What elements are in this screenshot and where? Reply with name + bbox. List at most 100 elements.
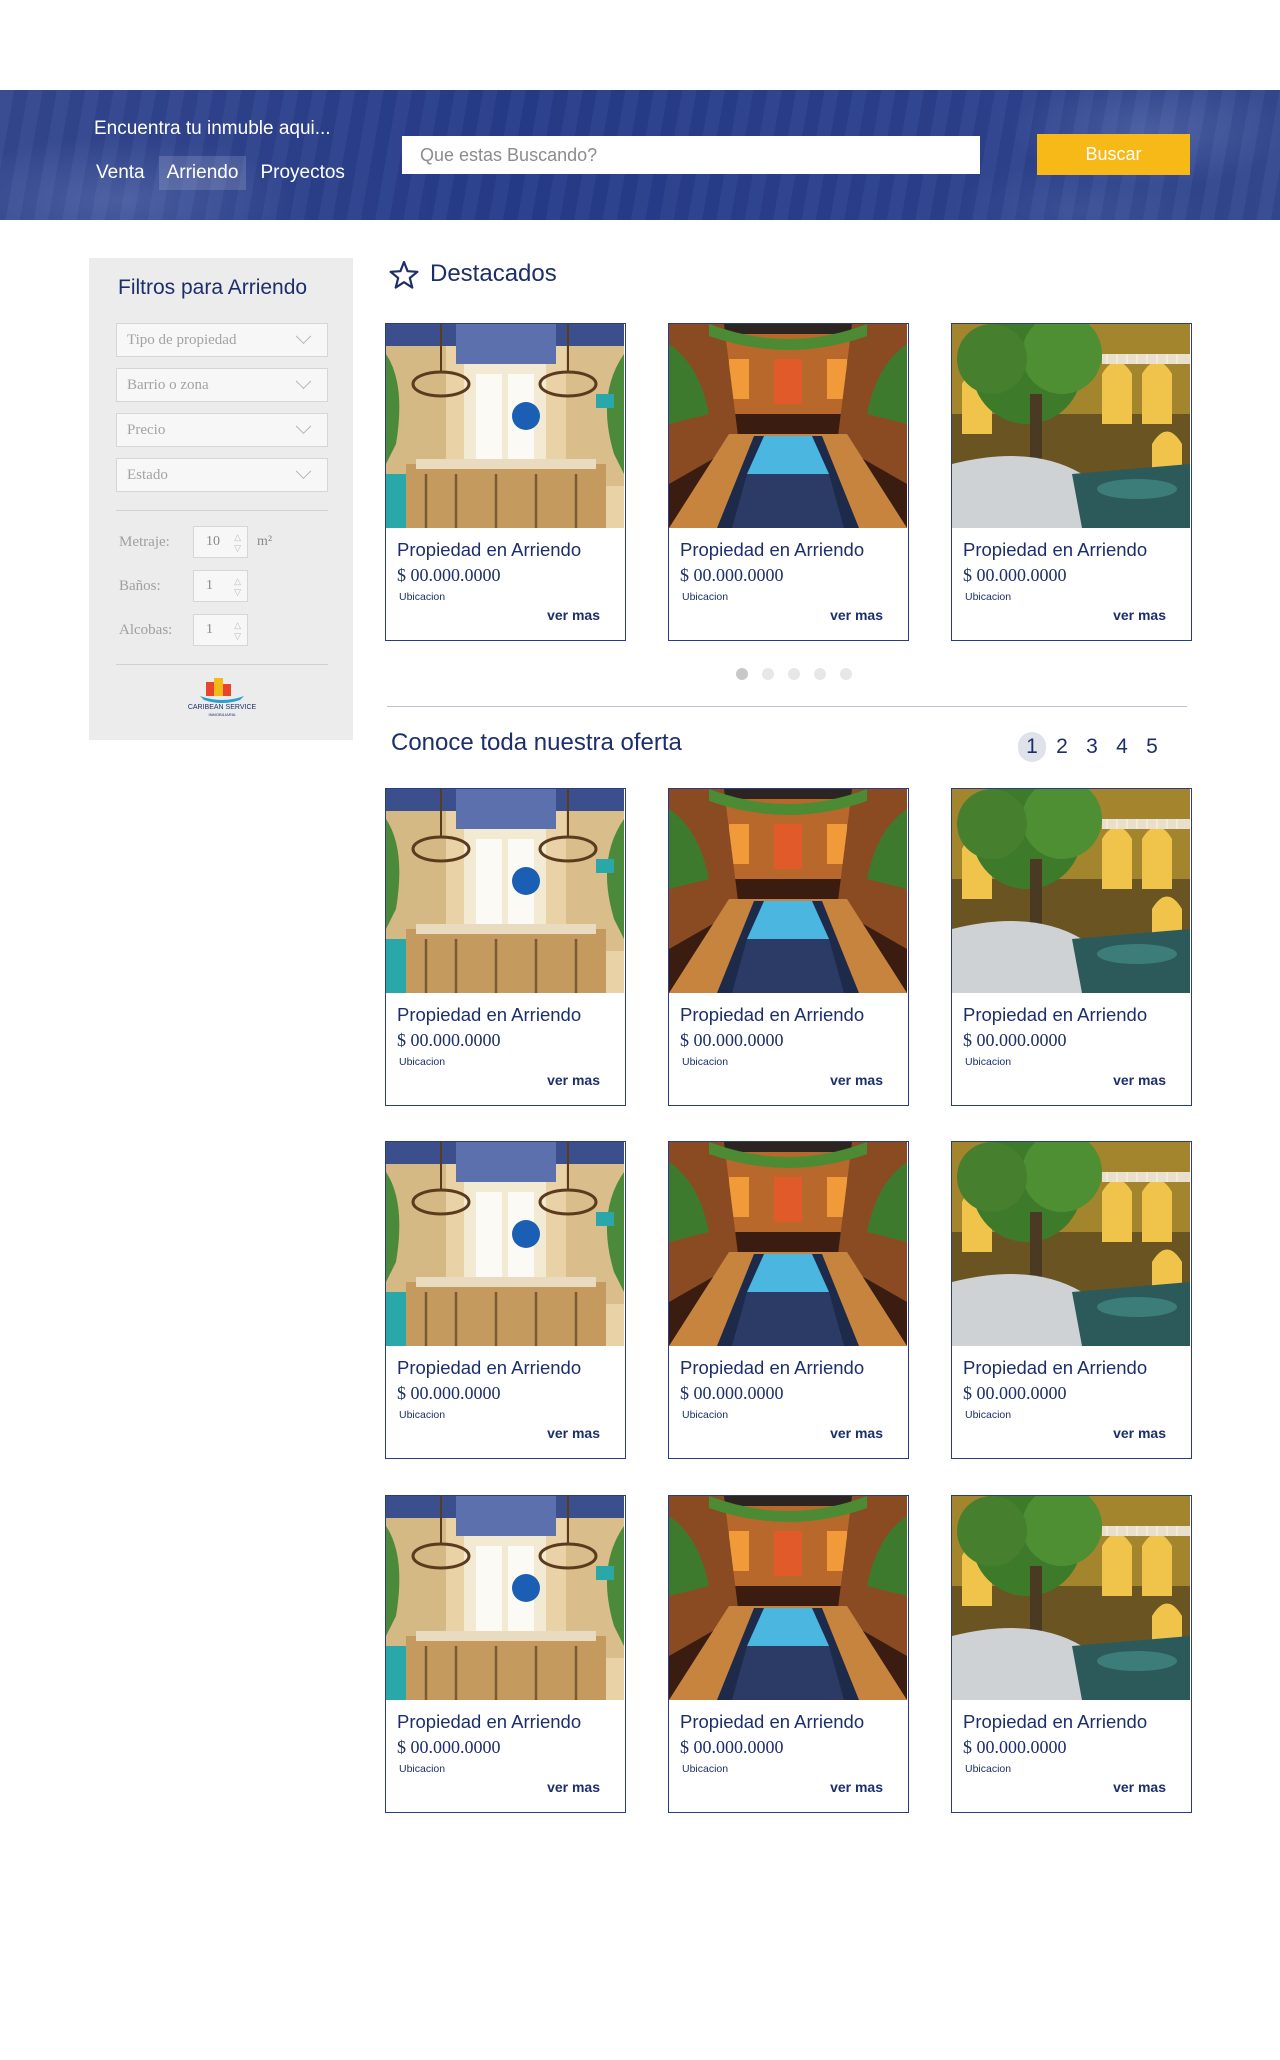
property-price: $ 00.000.0000 <box>680 565 784 585</box>
bedrooms-value: 1 <box>206 622 213 637</box>
property-title: Propiedad en Arriendo <box>680 1357 865 1378</box>
property-card[interactable]: Propiedad en Arriendo $ 00.000.0000 Ubicac… <box>385 1495 626 1813</box>
bathrooms-stepper[interactable]: 1 △ ▽ <box>193 570 248 602</box>
property-photo[interactable] <box>952 1142 1190 1346</box>
property-title: Propiedad en Arriendo <box>397 1357 582 1378</box>
property-photo[interactable] <box>386 1142 624 1346</box>
page-1[interactable]: 1 <box>1018 732 1046 762</box>
see-more-link[interactable]: ver mas <box>1113 1425 1166 1441</box>
property-photo[interactable] <box>669 324 907 528</box>
price-select[interactable]: Precio <box>116 413 328 447</box>
property-title: Propiedad en Arriendo <box>680 1711 865 1732</box>
neighborhood-select[interactable]: Barrio o zona <box>116 368 328 402</box>
property-card[interactable]: Propiedad en Arriendo $ 00.000.0000 Ubicac… <box>668 1495 909 1813</box>
chevron-down-icon <box>295 327 312 344</box>
see-more-link[interactable]: ver mas <box>547 1425 600 1441</box>
property-photo[interactable] <box>952 1496 1190 1700</box>
tab-arriendo[interactable]: Arriendo <box>158 156 247 190</box>
property-card[interactable]: Propiedad en Arriendo $ 00.000.0000 Ubicac… <box>668 788 909 1106</box>
pagination: 1 2 3 4 5 <box>1018 732 1166 762</box>
bedrooms-filter: Alcobas: 1 △ ▽ <box>119 614 248 646</box>
property-card[interactable]: Propiedad en Arriendo $ 00.000.0000 Ubicac… <box>385 788 626 1106</box>
divider <box>116 664 328 665</box>
see-more-link[interactable]: ver mas <box>830 1072 883 1088</box>
property-title: Propiedad en Arriendo <box>963 1004 1148 1025</box>
see-more-link[interactable]: ver mas <box>547 1072 600 1088</box>
property-card[interactable]: Propiedad en Arriendo $ 00.000.0000 Ubicac… <box>951 1141 1192 1459</box>
property-location: Ubicacion <box>399 1409 446 1421</box>
see-more-link[interactable]: ver mas <box>547 1779 600 1795</box>
offers-title: Conoce toda nuestra oferta <box>391 729 682 756</box>
stepper-arrows-icon[interactable]: △ ▽ <box>234 620 241 640</box>
bedrooms-label: Alcobas: <box>119 621 173 638</box>
search-input[interactable] <box>402 136 980 174</box>
property-card[interactable]: Propiedad en Arriendo $ 00.000.0000 Ubicac… <box>668 323 909 641</box>
section-divider <box>387 706 1187 707</box>
bathrooms-label: Baños: <box>119 577 161 594</box>
chevron-down-icon <box>295 462 312 479</box>
tab-venta[interactable]: Venta <box>88 156 153 190</box>
property-location: Ubicacion <box>682 1056 729 1068</box>
divider <box>116 510 328 511</box>
carousel-dot[interactable] <box>762 668 774 680</box>
bedrooms-stepper[interactable]: 1 △ ▽ <box>193 614 248 646</box>
neighborhood-label: Barrio o zona <box>127 376 209 393</box>
property-photo[interactable] <box>386 1496 624 1700</box>
property-location: Ubicacion <box>965 591 1012 603</box>
property-photo[interactable] <box>669 1142 907 1346</box>
status-select[interactable]: Estado <box>116 458 328 492</box>
property-price: $ 00.000.0000 <box>963 1030 1067 1050</box>
property-title: Propiedad en Arriendo <box>680 539 865 560</box>
property-photo[interactable] <box>952 324 1190 528</box>
stepper-arrows-icon[interactable]: △ ▽ <box>234 532 241 552</box>
see-more-link[interactable]: ver mas <box>1113 607 1166 623</box>
page-5[interactable]: 5 <box>1138 732 1166 762</box>
carousel-dot[interactable] <box>814 668 826 680</box>
see-more-link[interactable]: ver mas <box>830 1425 883 1441</box>
logo-text: CARIBEAN SERVICE <box>188 704 257 711</box>
see-more-link[interactable]: ver mas <box>547 607 600 623</box>
stepper-arrows-icon[interactable]: △ ▽ <box>234 576 241 596</box>
property-photo[interactable] <box>952 789 1190 993</box>
property-card[interactable]: Propiedad en Arriendo $ 00.000.0000 Ubicac… <box>951 1495 1192 1813</box>
tab-proyectos[interactable]: Proyectos <box>252 156 352 190</box>
property-location: Ubicacion <box>965 1056 1012 1068</box>
property-card[interactable]: Propiedad en Arriendo $ 00.000.0000 Ubicac… <box>385 1141 626 1459</box>
property-title: Propiedad en Arriendo <box>397 1004 582 1025</box>
property-card[interactable]: Propiedad en Arriendo $ 00.000.0000 Ubicac… <box>951 788 1192 1106</box>
property-price: $ 00.000.0000 <box>963 1383 1067 1403</box>
filters-sidebar: Filtros para Arriendo Tipo de propiedad … <box>89 258 353 740</box>
property-photo[interactable] <box>386 324 624 528</box>
see-more-link[interactable]: ver mas <box>1113 1779 1166 1795</box>
page-2[interactable]: 2 <box>1048 732 1076 762</box>
logo-subtext: INMOBILIARIA <box>209 712 236 717</box>
property-location: Ubicacion <box>682 1409 729 1421</box>
see-more-link[interactable]: ver mas <box>1113 1072 1166 1088</box>
carousel-dot[interactable] <box>788 668 800 680</box>
property-price: $ 00.000.0000 <box>397 1383 501 1403</box>
hero-banner: Encuentra tu inmuble aqui... Venta Arrie… <box>0 90 1280 220</box>
property-photo[interactable] <box>386 789 624 993</box>
see-more-link[interactable]: ver mas <box>830 1779 883 1795</box>
see-more-link[interactable]: ver mas <box>830 607 883 623</box>
star-icon <box>389 260 419 289</box>
property-photo[interactable] <box>669 789 907 993</box>
property-photo[interactable] <box>669 1496 907 1700</box>
area-stepper[interactable]: 10 △ ▽ <box>193 526 248 558</box>
page-4[interactable]: 4 <box>1108 732 1136 762</box>
page-3[interactable]: 3 <box>1078 732 1106 762</box>
property-price: $ 00.000.0000 <box>680 1383 784 1403</box>
property-type-select[interactable]: Tipo de propiedad <box>116 323 328 357</box>
property-price: $ 00.000.0000 <box>963 1737 1067 1757</box>
property-card[interactable]: Propiedad en Arriendo $ 00.000.0000 Ubicac… <box>385 323 626 641</box>
property-card[interactable]: Propiedad en Arriendo $ 00.000.0000 Ubicac… <box>951 323 1192 641</box>
area-label: Metraje: <box>119 533 170 550</box>
property-price: $ 00.000.0000 <box>963 565 1067 585</box>
carousel-dot[interactable] <box>840 668 852 680</box>
property-title: Propiedad en Arriendo <box>680 1004 865 1025</box>
search-button[interactable]: Buscar <box>1037 134 1190 175</box>
carousel-dot[interactable] <box>736 668 748 680</box>
hero-tagline: Encuentra tu inmuble aqui... <box>94 118 331 139</box>
property-type-label: Tipo de propiedad <box>127 331 237 348</box>
property-card[interactable]: Propiedad en Arriendo $ 00.000.0000 Ubicac… <box>668 1141 909 1459</box>
